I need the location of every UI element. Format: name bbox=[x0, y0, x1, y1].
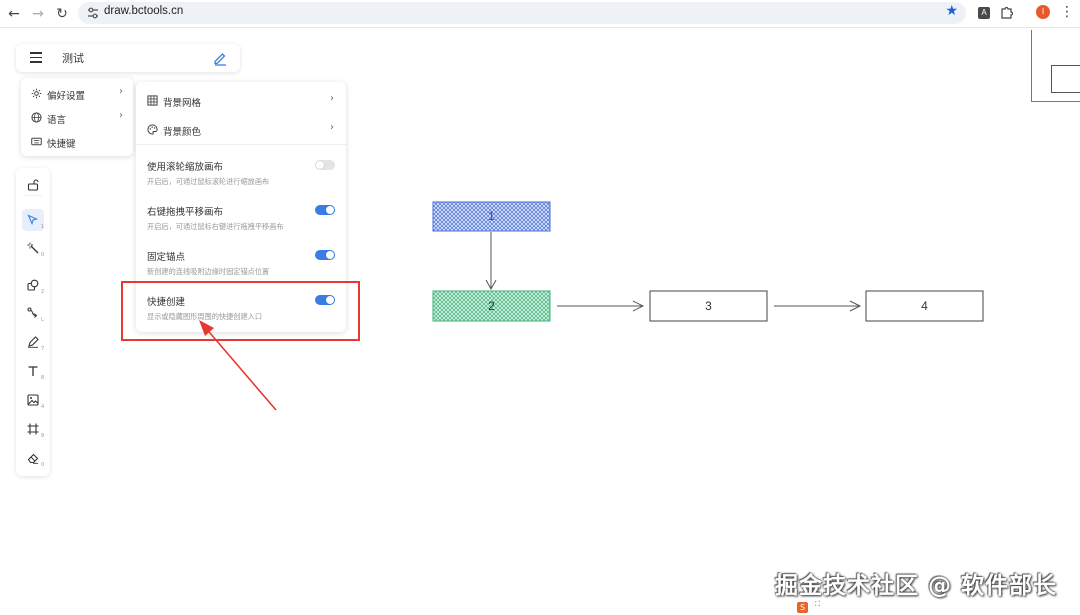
app-header: 测试 bbox=[16, 44, 240, 72]
shortcut-key: L bbox=[41, 317, 44, 323]
pref-background-color[interactable]: 背景颜色 › bbox=[136, 115, 346, 143]
menu-item-preferences[interactable]: 偏好设置 › bbox=[21, 83, 133, 105]
document-title[interactable]: 测试 bbox=[62, 50, 84, 66]
connector-icon bbox=[27, 307, 38, 318]
pref-background-grid[interactable]: 背景网格 › bbox=[136, 86, 346, 114]
tool-magic[interactable]: 0 bbox=[22, 237, 44, 259]
globe-icon bbox=[31, 112, 42, 123]
menu-item-language[interactable]: 语言 › bbox=[21, 107, 133, 129]
main-menu: 偏好设置 › 语言 › 快捷键 bbox=[21, 78, 133, 156]
menu-item-label: 语言 bbox=[47, 115, 67, 126]
menu-item-label: 快捷键 bbox=[47, 139, 76, 150]
tool-bar: 1 0 2 L 7 8 4 9 0 bbox=[16, 168, 50, 476]
option-description: 新创建的连线吸附边缘时固定锚点位置 bbox=[147, 267, 270, 276]
frame-icon bbox=[27, 423, 39, 435]
option-title: 固定锚点 bbox=[147, 252, 186, 263]
cursor-arrow-icon bbox=[27, 214, 39, 226]
edit-pencil-icon[interactable] bbox=[212, 50, 228, 66]
pref-row-label: 背景颜色 bbox=[163, 127, 202, 138]
tool-select[interactable]: 1 bbox=[22, 209, 44, 231]
option-title: 右键拖拽平移画布 bbox=[147, 207, 224, 218]
tool-connector[interactable]: L bbox=[22, 302, 44, 324]
chevron-right-icon: › bbox=[330, 122, 334, 133]
magic-wand-icon bbox=[27, 242, 39, 254]
tool-lock[interactable] bbox=[22, 174, 44, 196]
app-logo-icon: S bbox=[797, 602, 808, 613]
watermark: 掘金技术社区 @ 软件部长 bbox=[775, 573, 1058, 599]
toggle-wheel-zoom[interactable] bbox=[315, 160, 335, 170]
image-icon bbox=[27, 394, 39, 406]
option-title: 使用滚轮缩放画布 bbox=[147, 162, 224, 173]
shortcut-key: 0 bbox=[41, 252, 45, 258]
shortcut-key: 7 bbox=[41, 346, 45, 352]
tool-pen[interactable]: 7 bbox=[22, 331, 44, 353]
shortcut-key: 4 bbox=[41, 404, 45, 410]
menu-item-shortcuts[interactable]: 快捷键 bbox=[21, 131, 133, 153]
node-4-label: 4 bbox=[921, 299, 928, 313]
tool-image[interactable]: 4 bbox=[22, 389, 44, 411]
shortcut-key: 2 bbox=[41, 289, 45, 295]
grid-icon bbox=[147, 95, 158, 106]
option-description: 开启后，可通过鼠标滚轮进行缩放画布 bbox=[147, 177, 270, 186]
menu-hamburger-icon[interactable] bbox=[30, 52, 42, 63]
fullscreen-icon: ⛶ bbox=[815, 600, 820, 608]
shortcut-key: 9 bbox=[41, 433, 45, 439]
unlock-icon bbox=[27, 179, 39, 191]
pref-row-label: 背景网格 bbox=[163, 98, 202, 109]
tool-text[interactable]: 8 bbox=[22, 360, 44, 382]
tool-shape[interactable]: 2 bbox=[22, 274, 44, 296]
tool-eraser[interactable]: 0 bbox=[22, 447, 44, 469]
highlight-box bbox=[121, 281, 360, 341]
edge-3-4[interactable] bbox=[774, 300, 862, 312]
chevron-right-icon: › bbox=[330, 93, 334, 104]
toggle-right-drag[interactable] bbox=[315, 205, 335, 215]
option-right-drag: 右键拖拽平移画布 开启后，可通过鼠标右键进行拖拽平移画布 bbox=[136, 204, 346, 244]
edge-1-2[interactable] bbox=[485, 232, 497, 291]
node-1-label: 1 bbox=[488, 209, 495, 223]
shortcut-key: 0 bbox=[41, 462, 45, 468]
toggle-fixed-anchor[interactable] bbox=[315, 250, 335, 260]
eraser-icon bbox=[27, 453, 39, 464]
node-2-label: 2 bbox=[488, 299, 495, 313]
node-3-label: 3 bbox=[705, 299, 712, 313]
option-description: 开启后，可通过鼠标右键进行拖拽平移画布 bbox=[147, 222, 284, 231]
shortcut-key: 8 bbox=[41, 375, 45, 381]
edge-2-3[interactable] bbox=[557, 300, 645, 312]
shapes-icon bbox=[27, 279, 39, 291]
chevron-right-icon: › bbox=[119, 110, 123, 121]
menu-item-label: 偏好设置 bbox=[47, 91, 86, 102]
tool-frame[interactable]: 9 bbox=[22, 418, 44, 440]
text-icon bbox=[28, 366, 38, 376]
menu-divider bbox=[136, 144, 346, 145]
keyboard-icon bbox=[31, 137, 42, 146]
shortcut-key: 1 bbox=[41, 224, 45, 230]
palette-icon bbox=[147, 124, 158, 135]
gear-icon bbox=[31, 88, 42, 99]
toolbar-divider bbox=[24, 195, 42, 196]
chevron-right-icon: › bbox=[119, 86, 123, 97]
pen-icon bbox=[28, 336, 39, 348]
option-wheel-zoom: 使用滚轮缩放画布 开启后，可通过鼠标滚轮进行缩放画布 bbox=[136, 159, 346, 199]
